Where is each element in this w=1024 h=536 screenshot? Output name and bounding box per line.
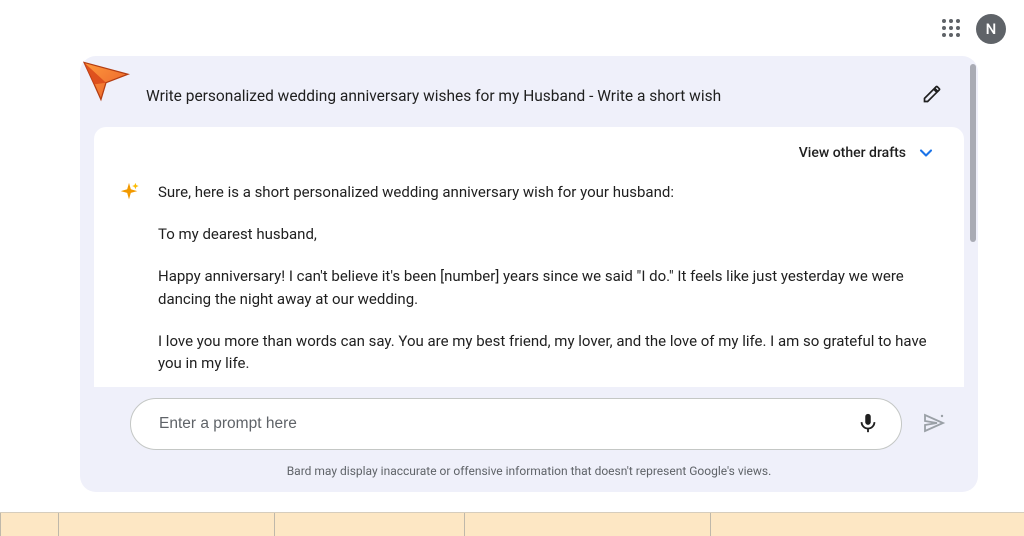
tab-segment[interactable] xyxy=(464,513,710,536)
response-paragraph: I love you more than words can say. You … xyxy=(158,330,940,374)
tab-segment[interactable] xyxy=(710,513,1024,536)
bottom-tab-strip xyxy=(0,512,1024,536)
paper-plane-icon xyxy=(79,54,133,108)
disclaimer-text: Bard may display inaccurate or offensive… xyxy=(80,464,978,478)
avatar[interactable]: N xyxy=(976,14,1006,44)
view-other-drafts-link[interactable]: View other drafts xyxy=(799,145,906,161)
response-text: Sure, here is a short personalized weddi… xyxy=(158,181,940,387)
send-icon xyxy=(922,411,946,435)
prompt-title: Write personalized wedding anniversary w… xyxy=(146,87,916,105)
response-intro: Sure, here is a short personalized weddi… xyxy=(158,181,940,203)
prompt-input-container[interactable] xyxy=(130,398,902,450)
tab-segment[interactable] xyxy=(58,513,274,536)
prompt-input[interactable] xyxy=(159,415,851,433)
scrollbar-thumb[interactable] xyxy=(970,64,976,242)
microphone-icon xyxy=(857,412,879,434)
sparkle-icon xyxy=(118,181,140,203)
tab-segment[interactable] xyxy=(274,513,464,536)
tab-segment[interactable] xyxy=(0,513,58,536)
send-button[interactable] xyxy=(916,405,952,444)
chevron-down-icon[interactable] xyxy=(916,143,936,163)
response-paragraph: Happy anniversary! I can't believe it's … xyxy=(158,265,940,309)
response-paragraph: To my dearest husband, xyxy=(158,223,940,245)
mic-button[interactable] xyxy=(851,406,885,443)
google-apps-icon[interactable] xyxy=(942,19,962,39)
response-panel: View other drafts Sure, here is a short … xyxy=(94,127,964,387)
edit-prompt-button[interactable] xyxy=(916,78,948,113)
conversation-card: Write personalized wedding anniversary w… xyxy=(80,56,978,492)
pencil-icon xyxy=(922,84,942,104)
